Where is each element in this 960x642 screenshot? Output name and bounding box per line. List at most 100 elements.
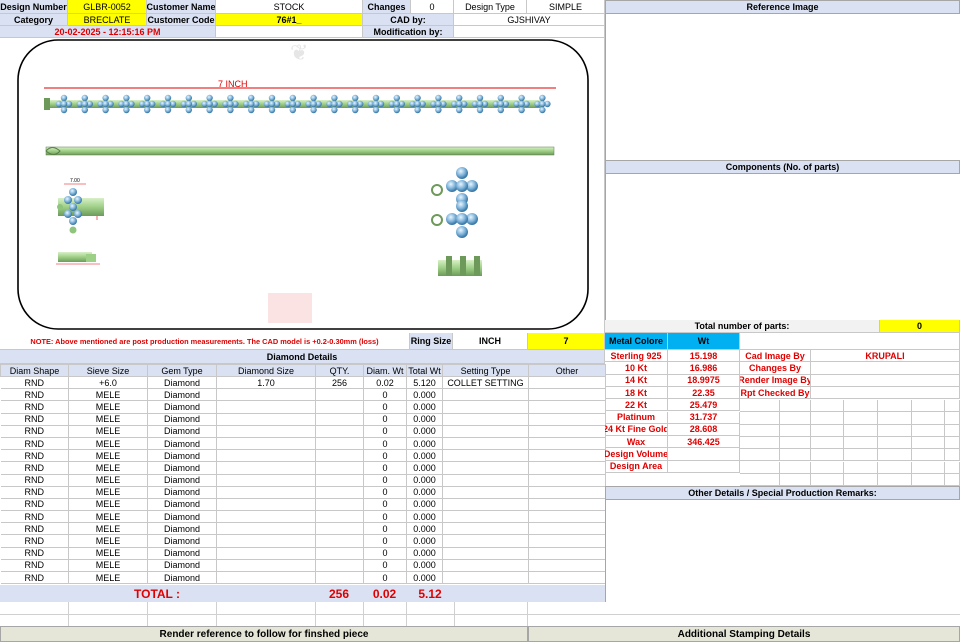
column-header[interactable]: Diam Shape [0,364,69,377]
grid-cell[interactable] [780,424,811,437]
role-value[interactable] [811,362,960,375]
table-cell[interactable] [528,486,606,499]
table-cell[interactable] [442,449,529,463]
table-cell[interactable]: 0.000 [406,413,443,426]
grid-cell[interactable] [740,424,780,437]
table-cell[interactable]: 0.000 [406,486,443,499]
grid-cell[interactable] [878,424,912,437]
table-cell[interactable] [528,498,606,512]
table-cell[interactable] [216,474,316,487]
table-cell[interactable] [216,449,316,463]
table-cell[interactable]: RND [0,376,69,390]
table-cell[interactable]: MELE [68,510,148,524]
table-cell[interactable]: 0.000 [406,534,443,548]
table-cell[interactable] [528,449,606,463]
table-cell[interactable] [442,510,529,524]
metal-weight[interactable]: 15.198 [668,350,740,363]
metal-weight[interactable]: 18.9975 [668,374,740,387]
grid-cell[interactable] [912,424,945,437]
column-header[interactable]: Other [528,364,606,377]
table-cell[interactable] [315,571,364,585]
table-cell[interactable] [216,510,316,524]
table-cell[interactable]: 0 [363,425,407,438]
table-cell[interactable] [216,547,316,560]
table-cell[interactable] [315,534,364,548]
column-header[interactable]: Sieve Size [68,364,148,377]
table-cell[interactable]: Diamond [147,449,217,463]
design-type-value[interactable]: SIMPLE [527,0,605,14]
table-cell[interactable] [528,400,606,414]
table-cell[interactable]: Diamond [147,571,217,585]
table-cell[interactable] [216,461,316,475]
table-cell[interactable]: 0 [363,413,407,426]
table-cell[interactable]: 0 [363,534,407,548]
grid-cell[interactable] [844,473,878,487]
grid-cell[interactable] [912,473,945,487]
table-cell[interactable] [315,388,364,402]
grid-cell[interactable] [740,412,780,425]
table-cell[interactable] [442,547,529,560]
grid-cell[interactable] [912,412,945,425]
table-cell[interactable] [528,376,606,390]
grid-cell[interactable] [945,461,960,474]
table-cell[interactable]: 0 [363,498,407,512]
table-cell[interactable]: 0.000 [406,474,443,487]
grid-cell[interactable] [878,436,912,450]
table-cell[interactable] [442,486,529,499]
table-cell[interactable]: Diamond [147,498,217,512]
column-header[interactable]: Total Wt [406,364,443,377]
grid-cell[interactable] [780,473,811,487]
table-cell[interactable] [216,486,316,499]
total-parts-value[interactable]: 0 [880,320,960,333]
table-cell[interactable] [442,461,529,475]
table-cell[interactable]: RND [0,400,69,414]
grid-cell[interactable] [878,400,912,413]
design-number-value[interactable]: GLBR-0052 [68,0,147,14]
table-cell[interactable]: RND [0,510,69,524]
changes-value[interactable]: 0 [411,0,454,14]
table-cell[interactable] [315,400,364,414]
table-cell[interactable] [528,547,606,560]
grid-cell[interactable] [945,424,960,437]
table-cell[interactable]: MELE [68,388,148,402]
table-cell[interactable]: COLLET SETTING [442,376,529,390]
table-cell[interactable]: 0.000 [406,571,443,585]
grid-cell[interactable] [945,436,960,450]
table-cell[interactable] [315,547,364,560]
table-cell[interactable] [442,388,529,402]
grid-cell[interactable] [740,473,780,487]
metal-weight[interactable]: 25.479 [668,399,740,412]
other-details-area[interactable] [605,500,960,602]
table-cell[interactable]: Diamond [147,400,217,414]
table-cell[interactable]: 0 [363,559,407,573]
table-cell[interactable] [315,498,364,512]
ring-size-value[interactable]: 7 [528,333,605,350]
table-row[interactable]: RND MELE Diamond 0 0.000 [0,413,606,426]
table-cell[interactable]: 5.120 [406,376,443,390]
table-cell[interactable]: Diamond [147,510,217,524]
column-header[interactable]: Setting Type [442,364,529,377]
table-cell[interactable] [216,571,316,585]
table-cell[interactable] [528,461,606,475]
grid-cell[interactable] [811,436,844,450]
table-cell[interactable] [216,413,316,426]
grid-cell[interactable] [780,400,811,413]
table-cell[interactable]: Diamond [147,534,217,548]
table-cell[interactable] [216,534,316,548]
table-row[interactable]: RND MELE Diamond 0 0.000 [0,474,606,487]
grid-cell[interactable] [780,436,811,450]
table-cell[interactable]: RND [0,413,69,426]
grid-cell[interactable] [740,461,780,474]
role-value[interactable] [811,386,960,400]
table-cell[interactable] [315,461,364,475]
column-header[interactable]: QTY. [315,364,364,377]
grid-cell[interactable] [811,473,844,487]
table-cell[interactable]: RND [0,425,69,438]
table-cell[interactable]: RND [0,534,69,548]
category-value[interactable]: BRECLATE [68,14,147,26]
table-cell[interactable]: 0 [363,486,407,499]
table-cell[interactable]: Diamond [147,425,217,438]
table-cell[interactable]: MELE [68,559,148,573]
grid-cell[interactable] [912,436,945,450]
table-cell[interactable]: RND [0,522,69,536]
